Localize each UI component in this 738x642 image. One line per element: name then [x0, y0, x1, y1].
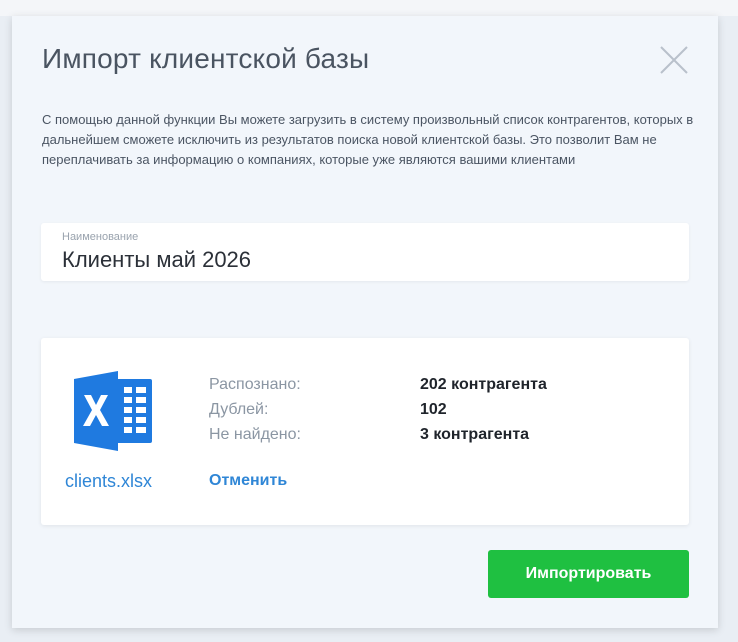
- stat-recognized-label: Распознано:: [209, 376, 301, 393]
- stat-not-found-label: Не найдено:: [209, 426, 301, 443]
- excel-file-icon: [72, 371, 154, 451]
- close-icon[interactable]: [660, 46, 688, 74]
- file-name: clients.xlsx: [65, 471, 153, 491]
- cancel-link[interactable]: Отменить: [209, 472, 287, 490]
- modal-title: Импорт клиентской базы: [42, 43, 370, 74]
- name-field[interactable]: Наименование Клиенты май 2026: [41, 223, 689, 281]
- stat-recognized-value: 202 контрагента: [420, 376, 547, 393]
- stat-duplicates-value: 102: [420, 401, 447, 418]
- import-button[interactable]: Импортировать: [488, 550, 689, 598]
- stat-duplicates-label: Дублей:: [209, 401, 269, 418]
- page-backdrop: [0, 0, 738, 16]
- name-field-label: Наименование: [62, 231, 139, 243]
- stat-not-found-value: 3 контрагента: [420, 426, 530, 443]
- file-card: clients.xlsx Распознано: 202 контрагента…: [41, 338, 689, 525]
- modal-description: С помощью данной функции Вы можете загру…: [42, 112, 694, 167]
- import-modal: Импорт клиентской базы С помощью данной …: [12, 16, 718, 628]
- name-field-value[interactable]: Клиенты май 2026: [62, 247, 251, 273]
